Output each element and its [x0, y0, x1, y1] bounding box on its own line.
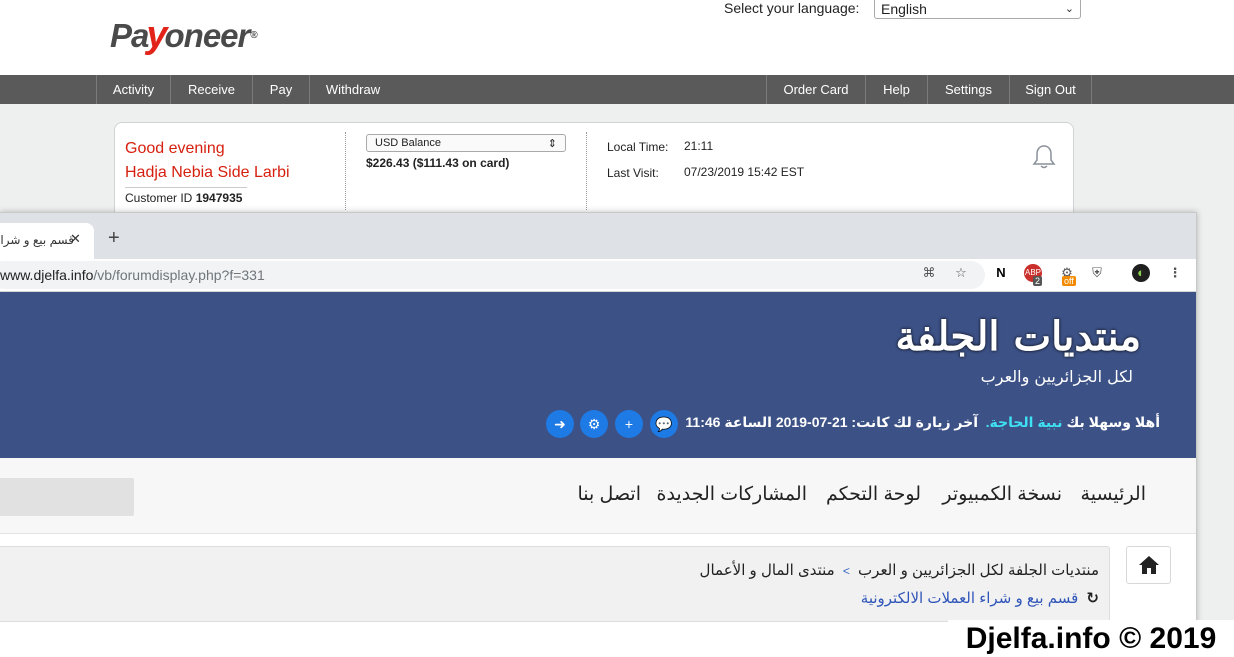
bell-icon[interactable]: [1030, 143, 1058, 171]
nav-item-receive[interactable]: Receive: [170, 75, 252, 104]
logout-icon[interactable]: ➜: [546, 410, 574, 438]
greeting-text: Good evening: [125, 140, 225, 157]
forum-logo-main: منتديات الجلفة: [895, 313, 1141, 360]
home-icon: [1138, 556, 1159, 574]
nav-item-pay[interactable]: Pay: [252, 75, 309, 104]
select-arrows-icon: ⇕: [547, 137, 557, 150]
balance-selected-value: USD Balance: [375, 137, 442, 149]
nav-link-home[interactable]: الرئيسية: [1081, 483, 1146, 506]
divider: [586, 132, 587, 210]
search-input[interactable]: [0, 478, 134, 516]
welcome-prefix: أهلا وسهلا بك: [1066, 414, 1160, 430]
chat-icon[interactable]: 💬: [650, 410, 678, 438]
last-visit-label: Last Visit:: [607, 166, 659, 180]
browser-toolbar: www.djelfa.info/vb/forumdisplay.php?f=33…: [0, 259, 1196, 292]
customer-id-label: Customer ID: [125, 191, 193, 205]
tab-strip: قسم بيع و شراء ✕ +: [0, 213, 1196, 259]
nav-link-contact[interactable]: اتصل بنا: [577, 483, 641, 506]
new-tab-button[interactable]: +: [108, 228, 120, 248]
local-time-label: Local Time:: [607, 140, 669, 154]
nav-item-activity[interactable]: Activity: [96, 75, 170, 104]
tab-title: قسم بيع و شراء: [0, 233, 74, 247]
breadcrumb-current-label[interactable]: قسم بيع و شراء العملات الالكترونية: [861, 590, 1078, 607]
divider: [345, 132, 346, 210]
chevron-down-icon: ⌄: [1064, 3, 1074, 15]
payoneer-header: Pa y oneer ® Select your language: English …: [0, 0, 1234, 75]
welcome-username[interactable]: نبية الحاجة.: [986, 414, 1063, 430]
nav-link-control-panel[interactable]: لوحة التحكم: [826, 483, 921, 506]
nav-link-new-posts[interactable]: المشاركات الجديدة: [657, 483, 808, 506]
customer-id: Customer ID 1947935: [125, 191, 242, 205]
extension-n-icon[interactable]: N: [992, 264, 1010, 282]
language-selected-value: English: [881, 0, 927, 17]
nav-item-withdraw[interactable]: Withdraw: [309, 75, 396, 104]
breadcrumb-section[interactable]: منتدى المال و الأعمال: [700, 562, 835, 579]
balance-currency-select[interactable]: USD Balance ⇕: [366, 134, 566, 152]
forum-logo-sub: لكل الجزائريين والعرب: [980, 367, 1133, 386]
forum-logo[interactable]: منتديات الجلفة لكل الجزائريين والعرب: [895, 301, 1141, 396]
nav-item-help[interactable]: Help: [865, 75, 927, 104]
gear-icon[interactable]: ⚙: [580, 410, 608, 438]
browser-tab[interactable]: قسم بيع و شراء ✕: [0, 223, 94, 259]
last-visit-text: آخر زيارة لك كانت: 21-07-2019 الساعة 11:…: [685, 414, 978, 430]
refresh-icon[interactable]: ↻: [1086, 590, 1099, 607]
forum-nav-bar: الرئيسية نسخة الكمبيوتر لوحة التحكم المش…: [0, 458, 1196, 534]
menu-icon[interactable]: ⋮: [1166, 264, 1184, 282]
home-button[interactable]: [1126, 546, 1171, 584]
customer-id-value: 1947935: [195, 191, 243, 205]
breadcrumb-current: ↻ قسم بيع و شراء العملات الالكترونية: [861, 589, 1099, 607]
divider: [125, 187, 247, 188]
language-label: Select your language:: [724, 0, 860, 16]
breadcrumb: منتديات الجلفة لكل الجزائريين و العرب > …: [0, 546, 1110, 622]
translate-icon[interactable]: ⌘: [920, 264, 938, 282]
nav-item-order-card[interactable]: Order Card: [766, 75, 865, 104]
avatar[interactable]: ◐: [1132, 264, 1150, 282]
nav-item-sign-out[interactable]: Sign Out: [1009, 75, 1092, 104]
watermark: Djelfa.info © 2019: [948, 620, 1234, 657]
shield-icon[interactable]: ⛨: [1088, 264, 1106, 282]
last-visit-value: 07/23/2019 15:42 EST: [684, 165, 805, 179]
url-host: www.djelfa.info: [0, 267, 94, 283]
account-holder-name: Hadja Nebia Side Larbi: [125, 164, 290, 181]
payoneer-logo[interactable]: Pa y oneer ®: [110, 14, 258, 57]
balance-amount: $226.43 ($111.43 on card): [366, 156, 510, 170]
url-text: www.djelfa.info/vb/forumdisplay.php?f=33…: [0, 267, 265, 283]
breadcrumb-root[interactable]: منتديات الجلفة لكل الجزائريين و العرب: [858, 562, 1099, 579]
adblock-count-badge: 2: [1033, 276, 1043, 286]
extension-off-badge: off: [1062, 276, 1076, 286]
breadcrumb-separator: >: [842, 564, 850, 578]
add-user-icon[interactable]: +: [615, 410, 643, 438]
breadcrumb-path: منتديات الجلفة لكل الجزائريين و العرب > …: [700, 561, 1099, 579]
star-icon[interactable]: ☆: [952, 264, 970, 282]
local-time-value: 21:11: [684, 139, 714, 153]
nav-item-settings[interactable]: Settings: [927, 75, 1009, 104]
close-icon[interactable]: ✕: [70, 231, 81, 247]
url-path: /vb/forumdisplay.php?f=331: [93, 267, 265, 283]
language-select[interactable]: English ⌄: [874, 0, 1081, 19]
browser-window: قسم بيع و شراء ✕ + www.djelfa.info/vb/fo…: [0, 212, 1197, 657]
welcome-text: أهلا وسهلا بك نبية الحاجة.: [986, 414, 1160, 431]
address-bar[interactable]: www.djelfa.info/vb/forumdisplay.php?f=33…: [0, 261, 985, 289]
nav-link-desktop-version[interactable]: نسخة الكمبيوتر: [942, 483, 1062, 506]
payoneer-nav-bar: Activity Receive Pay Withdraw Order Card…: [0, 75, 1234, 104]
